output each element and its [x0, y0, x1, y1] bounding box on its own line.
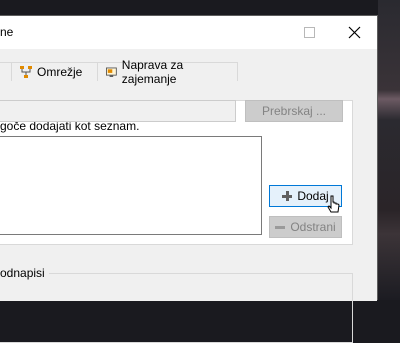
subtitle-file-field[interactable] [0, 100, 236, 122]
close-button[interactable] [331, 16, 377, 49]
maximize-button[interactable] [286, 16, 332, 49]
subtitles-group: odnapisi [0, 266, 353, 343]
tab-capture-device-label: Naprava za zajemanje [121, 58, 184, 86]
maximize-icon [303, 27, 315, 38]
close-icon [348, 26, 360, 39]
browse-button-label: Prebrskaj ... [261, 104, 327, 118]
subtitles-group-label: odnapisi [0, 266, 49, 280]
title-bar: ne [0, 16, 377, 49]
browse-button[interactable]: Prebrskaj ... [245, 100, 343, 122]
capture-device-icon [106, 67, 117, 77]
dialog-client-area: Omrežje Naprava za zajemanje goče dodaja… [0, 49, 377, 343]
add-button-label: Dodaj [297, 189, 329, 203]
minimize-button[interactable] [195, 16, 241, 49]
file-list[interactable] [0, 136, 262, 235]
tab-network[interactable]: Omrežje [11, 62, 98, 81]
tab-network-label: Omrežje [37, 65, 83, 79]
plus-icon [282, 191, 293, 201]
window-title: ne [0, 25, 14, 39]
remove-button[interactable]: Odstrani [269, 216, 342, 238]
desktop-background [378, 0, 400, 300]
tab-capture-device[interactable]: Naprava za zajemanje [97, 58, 238, 86]
remove-button-label: Odstrani [290, 220, 336, 234]
tab-strip: Omrežje Naprava za zajemanje [0, 58, 238, 86]
minus-icon [275, 222, 286, 232]
network-icon [20, 66, 32, 78]
mouse-cursor-icon [327, 195, 340, 213]
dialog-window: ne Omrežje Naprava za zajemanje goče dod… [0, 15, 378, 343]
